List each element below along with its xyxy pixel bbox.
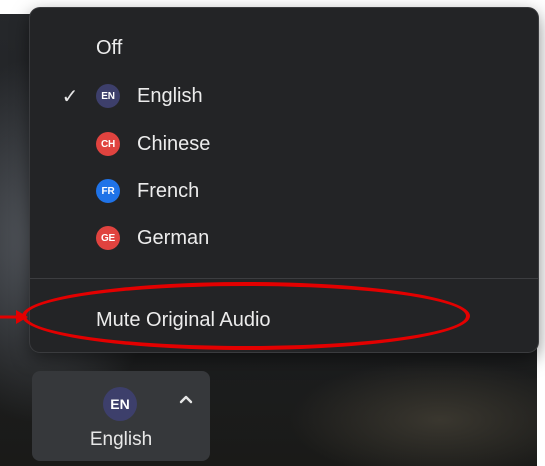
menu-item-chinese[interactable]: CH Chinese: [30, 122, 538, 166]
menu-divider: [30, 278, 538, 279]
language-badge-en: EN: [96, 84, 120, 108]
menu-item-french[interactable]: FR French: [30, 169, 538, 213]
checkmark-icon: ✓: [61, 85, 79, 108]
menu-item-english[interactable]: ✓ EN English: [30, 74, 538, 118]
menu-item-german[interactable]: GE German: [30, 216, 538, 260]
menu-item-label: French: [137, 179, 200, 202]
language-badge-fr: FR: [96, 179, 120, 203]
language-badge-en: EN: [103, 387, 137, 421]
chevron-up-icon[interactable]: [178, 391, 194, 407]
menu-item-off[interactable]: Off: [30, 26, 538, 70]
menu-item-label: Mute Original Audio: [96, 308, 271, 331]
language-badge-ge: GE: [96, 226, 120, 250]
interpretation-button-label: English: [89, 429, 153, 450]
menu-item-label: Chinese: [137, 132, 211, 155]
interpretation-button[interactable]: EN English: [32, 371, 210, 461]
menu-item-label: Off: [96, 36, 123, 59]
menu-item-label: English: [137, 84, 203, 107]
interpretation-language-menu: Off ✓ EN English CH Chinese FR French GE…: [30, 8, 538, 352]
language-badge-ch: CH: [96, 132, 120, 156]
mute-original-audio-item[interactable]: Mute Original Audio: [30, 298, 538, 342]
menu-item-label: German: [137, 226, 210, 249]
right-margin: [537, 0, 545, 466]
pointer-arrow-icon: [0, 310, 28, 324]
